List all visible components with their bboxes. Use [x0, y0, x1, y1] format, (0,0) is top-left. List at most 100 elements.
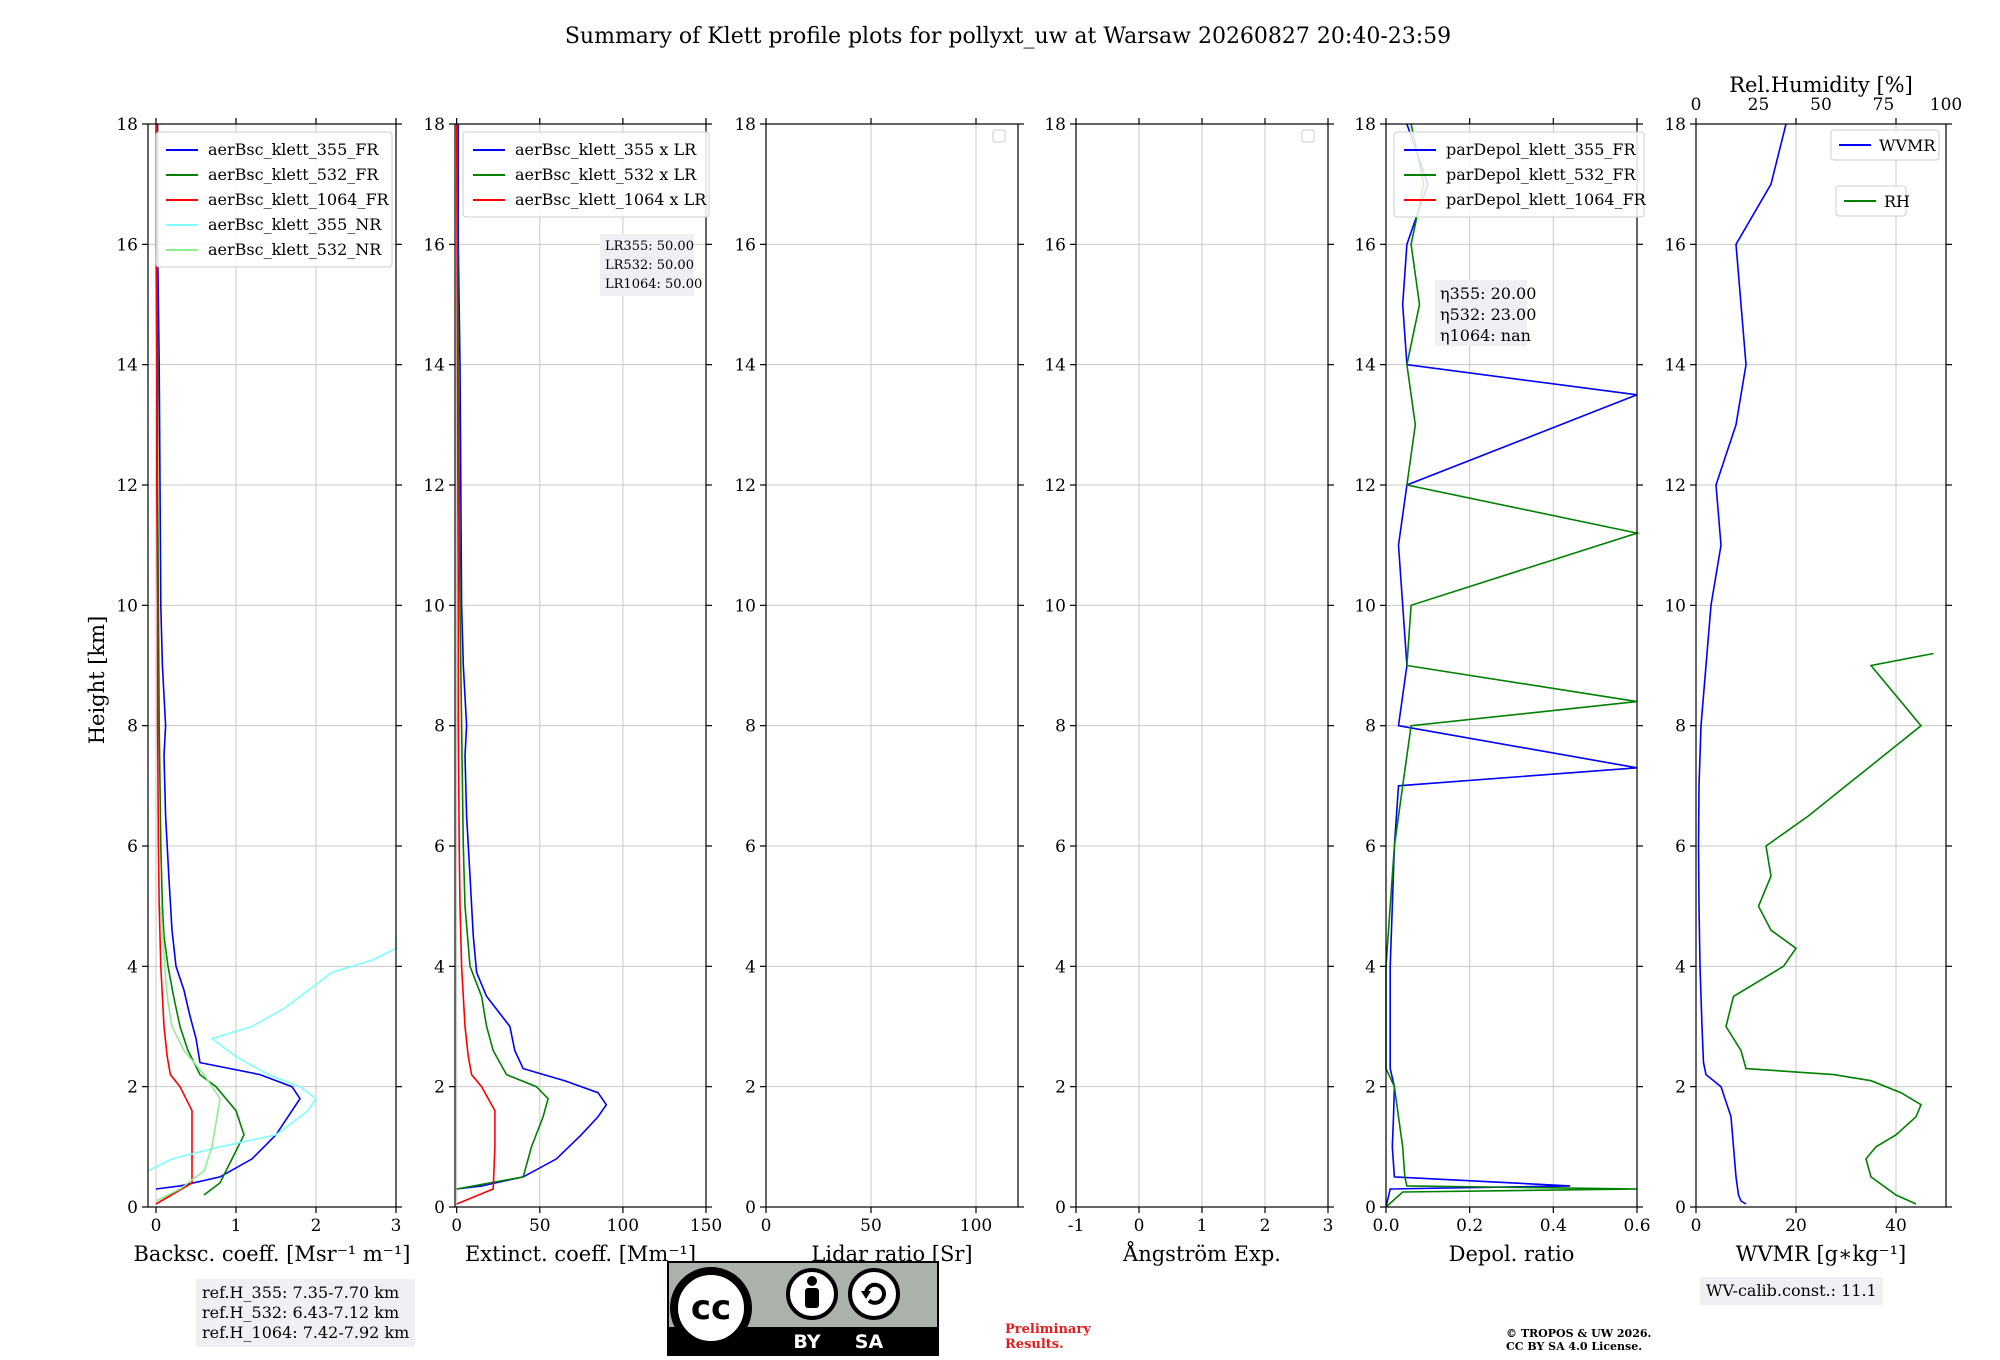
legend-label: aerBsc_klett_532_NR — [208, 240, 382, 259]
series-wv-0 — [1697, 123, 1787, 1205]
annotation-line: η355: 20.00 — [1440, 284, 1536, 303]
ytick-label-dep: 14 — [1354, 356, 1376, 376]
xtick-label-ang: 3 — [1323, 1216, 1334, 1236]
figure-title: Summary of Klett profile plots for polly… — [565, 24, 1451, 49]
xtick-label-ext: 150 — [690, 1216, 722, 1236]
ytick-label-lr: 4 — [745, 957, 756, 977]
panels: 0246810121416180 1 2 3Backsc. coeff. [Msr⁻¹… — [116, 73, 1962, 1266]
xlabel-ext: Extinct. coeff. [Mm⁻¹] — [465, 1242, 696, 1266]
xtick-label-bsc: 1 — [231, 1216, 242, 1236]
ytick-label-wv: 8 — [1675, 717, 1686, 737]
ytick-label-wv: 0 — [1675, 1198, 1686, 1218]
xlabel-bsc: Backsc. coeff. [Msr⁻¹ m⁻¹] — [134, 1242, 411, 1266]
legend-label: parDepol_klett_355_FR — [1446, 140, 1637, 159]
series-bsc-0 — [155, 124, 301, 1190]
ytick-label-wv: 6 — [1675, 837, 1686, 857]
ytick-label-lr: 16 — [734, 235, 756, 255]
legend-ext: aerBsc_klett_355 x LR aerBsc_klett_532 x … — [462, 131, 710, 218]
sa-share-icon — [848, 1268, 900, 1320]
wv-calib-annotation: WV-calib.const.: 11.1 — [1700, 1277, 1883, 1305]
xlabel-wv: WVMR [g∗kg⁻¹] — [1736, 1242, 1907, 1266]
preliminary-note: Preliminary Results. — [1005, 1322, 1091, 1352]
ytick-label-ext: 10 — [423, 596, 445, 616]
panel-ext: 0 2 4 6 8 10 12 14 16 18 0 50 100 150 Extinct. coeff. … — [423, 115, 722, 1266]
panel-lr: 0246810121416180 50 100Lidar ratio [Sr] — [734, 115, 1024, 1266]
series-bsc-3 — [147, 936, 397, 1172]
ytick-label-bsc: 18 — [116, 115, 138, 135]
legend-label: parDepol_klett_532_FR — [1446, 165, 1637, 184]
xtick-label-lr: 0 — [761, 1216, 772, 1236]
y-axis-label: Height [km] — [85, 616, 109, 745]
ytick-label-lr: 18 — [734, 115, 756, 135]
ytick-label-bsc: 8 — [127, 717, 138, 737]
series-ext-1 — [456, 124, 549, 1190]
xtick2-label-wv: 50 — [1810, 95, 1832, 115]
xtick-label-ext: 50 — [529, 1216, 551, 1236]
ytick-label-bsc: 14 — [116, 356, 138, 376]
copyright-line-1: © TROPOS & UW 2026. — [1506, 1327, 1652, 1340]
legend-wv-1: RH — [1835, 185, 1910, 217]
series-bsc-2 — [155, 124, 193, 1205]
ytick-label-ang: 2 — [1055, 1078, 1066, 1098]
ytick-label-wv: 16 — [1664, 235, 1686, 255]
ytick-label-ang: 4 — [1055, 957, 1066, 977]
xtick-label-ang: 1 — [1197, 1216, 1208, 1236]
xtick-label-wv: 20 — [1785, 1216, 1807, 1236]
ytick-label-bsc: 12 — [116, 476, 138, 496]
legend-label: aerBsc_klett_355 x LR — [515, 140, 697, 159]
ytick-label-ang: 0 — [1055, 1198, 1066, 1218]
xtick-label-dep: 0.6 — [1623, 1216, 1650, 1236]
xtick-label-bsc: 3 — [391, 1216, 402, 1236]
ytick-label-wv: 4 — [1675, 957, 1686, 977]
ytick-label-lr: 2 — [745, 1078, 756, 1098]
ytick-label-bsc: 0 — [127, 1198, 138, 1218]
by-label: BY — [793, 1331, 820, 1353]
legend-label: aerBsc_klett_1064_FR — [208, 190, 390, 209]
xtick-label-lr: 100 — [960, 1216, 992, 1236]
legend-label: RH — [1884, 192, 1910, 211]
ytick-label-dep: 10 — [1354, 596, 1376, 616]
ytick-label-dep: 2 — [1365, 1078, 1376, 1098]
legend-dep: parDepol_klett_355_FR parDepol_klett_532_… — [1393, 131, 1647, 218]
panel-dep: 0 2 4 6 8 10 12 14 16 18 0.0 0.2 0.4 0.6 Depol. ratio p… — [1354, 115, 1650, 1266]
series-wv-1 — [1725, 652, 1934, 1205]
series-ext-0 — [456, 124, 608, 1190]
ytick-label-ext: 12 — [423, 476, 445, 496]
ytick-label-ext: 16 — [423, 235, 445, 255]
copyright-line-2: CC BY SA 4.0 License. — [1506, 1340, 1643, 1353]
refh-532: ref.H_532: 6.43-7.12 km — [202, 1303, 400, 1322]
legend-label: aerBsc_klett_532 x LR — [515, 165, 697, 184]
ytick-label-lr: 8 — [745, 717, 756, 737]
ytick-label-ext: 2 — [434, 1078, 445, 1098]
series-ext-2 — [455, 123, 496, 1205]
ytick-label-dep: 0 — [1365, 1198, 1376, 1218]
refh-1064: ref.H_1064: 7.42-7.92 km — [202, 1323, 410, 1342]
ytick-label-wv: 10 — [1664, 596, 1686, 616]
preliminary-line-1: Preliminary — [1005, 1322, 1091, 1337]
annotation-dep: η355: 20.00 η532: 23.00 η1064: nan — [1435, 280, 1536, 346]
ytick-label-ang: 12 — [1044, 476, 1066, 496]
axes-frame-wv — [1695, 123, 1947, 1208]
annotation-line: LR1064: 50.00 — [605, 277, 702, 292]
ytick-label-dep: 6 — [1365, 837, 1376, 857]
refh-annotation: ref.H_355: 7.35-7.70 km ref.H_532: 6.43-… — [196, 1279, 416, 1347]
ytick-label-ang: 16 — [1044, 235, 1066, 255]
xtick-label-ext: 0 — [451, 1216, 462, 1236]
ytick-label-ang: 6 — [1055, 837, 1066, 857]
sa-label: SA — [855, 1331, 884, 1353]
xlabel2-wv: Rel.Humidity [%] — [1729, 73, 1913, 97]
ytick-label-ang: 18 — [1044, 115, 1066, 135]
ytick-label-ang: 8 — [1055, 717, 1066, 737]
panel-ang: 024681012141618-1 0 1 2 3Ångström Exp. — [1044, 115, 1334, 1266]
ytick-label-lr: 6 — [745, 837, 756, 857]
ytick-label-ext: 0 — [434, 1198, 445, 1218]
lr-legend-box — [992, 129, 1006, 143]
ytick-label-ext: 8 — [434, 717, 445, 737]
xtick-label-bsc: 2 — [311, 1216, 322, 1236]
xtick-label-dep: 0.2 — [1456, 1216, 1483, 1236]
ytick-label-wv: 2 — [1675, 1078, 1686, 1098]
ytick-label-wv: 18 — [1664, 115, 1686, 135]
xtick-label-ext: 100 — [607, 1216, 639, 1236]
ytick-label-bsc: 6 — [127, 837, 138, 857]
legend-label: aerBsc_klett_532_FR — [208, 165, 379, 184]
